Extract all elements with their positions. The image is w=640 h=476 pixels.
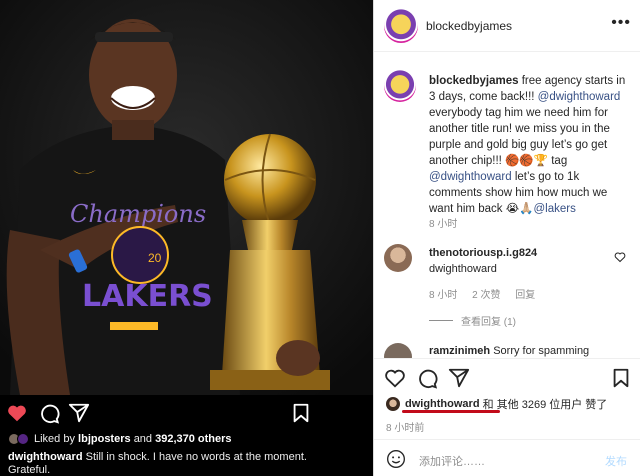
- player-trophy-image: Champions 20 LAKERS: [0, 0, 373, 395]
- bookmark-icon[interactable]: [290, 402, 312, 424]
- bookmark-icon[interactable]: [610, 367, 632, 389]
- share-icon[interactable]: [68, 402, 90, 424]
- liker-avatar: [17, 433, 29, 445]
- comment-heart-icon[interactable]: [614, 251, 626, 263]
- comment-user[interactable]: thenotoriousp.i.g824: [429, 247, 537, 259]
- post-photo: Champions 20 LAKERS: [0, 0, 373, 395]
- caption-text-2: everybody tag him we need him for anothe…: [429, 107, 610, 167]
- comment2-user[interactable]: ramzinimeh: [429, 345, 490, 357]
- more-icon[interactable]: •••: [611, 14, 631, 32]
- heart-icon[interactable]: [384, 367, 406, 389]
- caption-mention-3[interactable]: @lakers: [533, 203, 575, 215]
- shirt-champions-text: Champions: [70, 200, 206, 228]
- share-icon[interactable]: [448, 367, 470, 389]
- post-time: 8 小时前: [386, 423, 425, 434]
- shirt-year-text: 20: [148, 251, 162, 265]
- caption-mention-1[interactable]: @dwighthoward: [538, 91, 621, 103]
- replies-divider: [429, 320, 453, 321]
- left-action-bar: [0, 400, 373, 426]
- likes-rest[interactable]: 和 其他 3269 位用户 赞了: [483, 396, 608, 412]
- view-replies-label: 查看回复 (1): [461, 317, 516, 328]
- comment2-text: Sorry for spamming: [493, 345, 590, 357]
- comment-text: dwighthoward: [429, 263, 497, 275]
- heart-icon[interactable]: [6, 402, 28, 424]
- smile-icon[interactable]: [386, 449, 406, 469]
- caption-time: 8 小时: [429, 219, 458, 230]
- post-header: blockedbyjames •••: [374, 0, 640, 52]
- liker-avatar[interactable]: [386, 397, 400, 411]
- comment-time: 8 小时: [429, 290, 458, 301]
- comment-reply-button[interactable]: 回复: [515, 290, 535, 301]
- likes-user-link[interactable]: dwighthoward: [405, 398, 480, 410]
- red-underline-annotation: [402, 410, 500, 413]
- comment-meta: 8 小时 2 次赞 回复: [429, 286, 547, 301]
- likes-and: and: [133, 433, 153, 445]
- shirt-lakers-text: LAKERS: [82, 279, 213, 314]
- post-username[interactable]: blockedbyjames: [426, 19, 512, 33]
- comment-icon[interactable]: [416, 367, 438, 389]
- comment-likes[interactable]: 2 次赞: [472, 290, 500, 301]
- caption-user[interactable]: blockedbyjames: [429, 75, 518, 87]
- view-replies-button[interactable]: 查看回复 (1): [429, 313, 516, 328]
- right-post-panel: blockedbyjames ••• blockedbyjames free a…: [373, 0, 640, 476]
- comment-avatar[interactable]: [384, 244, 412, 272]
- right-action-bar: dwighthoward 和 其他 3269 位用户 赞了 8 小时前 添加评论…: [374, 358, 640, 476]
- comment-input[interactable]: 添加评论……: [419, 453, 485, 469]
- comment-box: 添加评论…… 发布: [374, 439, 640, 476]
- profile-avatar[interactable]: [384, 9, 418, 43]
- left-post-panel: Champions 20 LAKERS Liked by lbjposters …: [0, 0, 373, 476]
- likes-user-link[interactable]: lbjposters: [78, 433, 131, 445]
- comment2: ramzinimeh Sorry for spamming: [429, 345, 634, 357]
- left-likes-line: Liked by lbjposters and 392,370 others: [8, 431, 232, 447]
- left-caption: dwighthoward Still in shock. I have no w…: [8, 451, 308, 476]
- likes-prefix: Liked by: [34, 433, 75, 445]
- comment-icon[interactable]: [38, 402, 60, 424]
- likes-count-link[interactable]: 392,370 others: [155, 433, 231, 445]
- left-caption-user[interactable]: dwighthoward: [8, 451, 83, 463]
- caption-avatar[interactable]: [384, 70, 416, 102]
- post-comment-button[interactable]: 发布: [605, 453, 627, 469]
- screenshot-collage: Champions 20 LAKERS Liked by lbjposters …: [0, 0, 640, 476]
- post-caption: blockedbyjames free agency starts in 3 d…: [429, 73, 631, 217]
- caption-mention-2[interactable]: @dwighthoward: [429, 171, 512, 183]
